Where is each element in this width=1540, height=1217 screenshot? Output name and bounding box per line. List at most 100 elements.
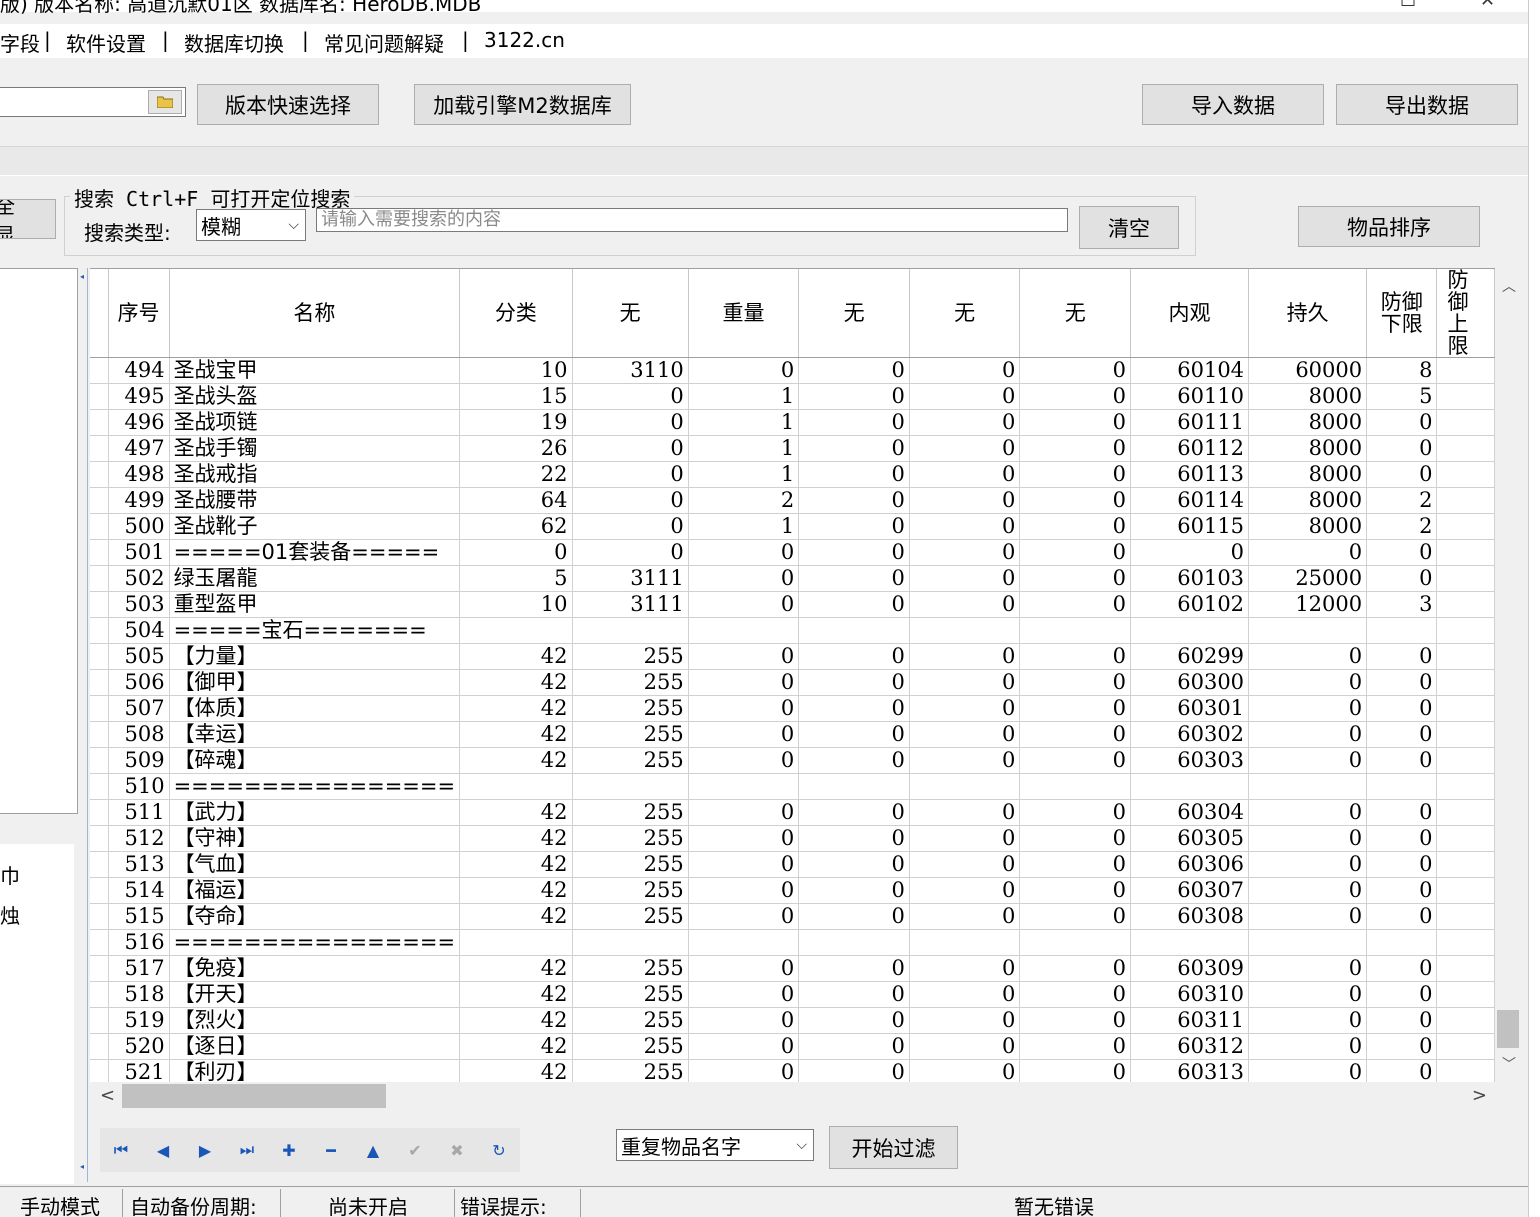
table-cell[interactable] [798, 617, 910, 644]
table-row[interactable]: 512 【守神】 42 255 0 0 0 0 60305 0 0 [90, 825, 1495, 852]
table-row[interactable]: 494 圣战宝甲 10 3110 0 0 0 0 60104 60000 8 [90, 357, 1495, 384]
row-indicator[interactable] [90, 513, 109, 540]
table-cell[interactable]: 255 [572, 825, 689, 852]
table-cell[interactable]: 0 [688, 955, 800, 982]
table-cell[interactable]: 【碎魂】 [169, 747, 461, 774]
table-cell[interactable]: 255 [572, 1059, 689, 1082]
table-cell[interactable]: 【利刃】 [169, 1059, 461, 1082]
list-item[interactable]: 巾 [0, 860, 20, 889]
table-cell[interactable]: 0 [688, 877, 800, 904]
table-cell[interactable] [1130, 617, 1250, 644]
table-cell[interactable]: 圣战手镯 [169, 435, 461, 462]
table-cell[interactable]: 0 [1366, 695, 1438, 722]
table-cell[interactable]: 255 [572, 955, 689, 982]
row-indicator[interactable] [90, 357, 109, 384]
table-cell[interactable]: 60307 [1130, 877, 1250, 904]
table-cell[interactable]: 0 [1248, 903, 1368, 930]
table-row[interactable]: 497 圣战手镯 26 0 1 0 0 0 60112 8000 0 [90, 435, 1495, 462]
search-type-select[interactable]: 模糊 ⌵ [196, 209, 306, 241]
column-header[interactable]: 序号 [108, 269, 170, 358]
table-cell[interactable] [1436, 799, 1495, 826]
table-cell[interactable]: 255 [572, 747, 689, 774]
table-cell[interactable]: 0 [798, 669, 910, 696]
table-cell[interactable]: 【烈火】 [169, 1007, 461, 1034]
scroll-right-icon[interactable]: > [1472, 1085, 1487, 1106]
table-cell[interactable]: 42 [459, 825, 573, 852]
table-cell[interactable] [798, 929, 910, 956]
table-cell[interactable]: 0 [909, 487, 1021, 514]
table-cell[interactable]: 【武力】 [169, 799, 461, 826]
table-row[interactable]: 515 【夺命】 42 255 0 0 0 0 60308 0 0 [90, 903, 1495, 930]
table-cell[interactable]: 60311 [1130, 1007, 1250, 1034]
menu-item-website[interactable]: 3122.cn [484, 28, 565, 52]
table-cell[interactable]: 8000 [1248, 487, 1368, 514]
table-cell[interactable]: 42 [459, 955, 573, 982]
post-icon[interactable]: ✔ [394, 1128, 436, 1172]
table-cell[interactable]: 42 [459, 799, 573, 826]
table-cell[interactable]: ================ [169, 929, 461, 956]
table-cell[interactable]: 0 [798, 695, 910, 722]
table-row[interactable]: 520 【逐日】 42 255 0 0 0 0 60312 0 0 [90, 1033, 1495, 1060]
table-cell[interactable]: 3 [1366, 591, 1438, 618]
table-cell[interactable]: 1 [688, 383, 800, 410]
table-cell[interactable]: 【夺命】 [169, 903, 461, 930]
table-cell[interactable]: 62 [459, 513, 573, 540]
table-cell[interactable]: 0 [688, 981, 800, 1008]
table-cell[interactable]: 499 [108, 487, 170, 514]
table-cell[interactable]: 0 [909, 1059, 1021, 1082]
table-cell[interactable]: 【开天】 [169, 981, 461, 1008]
table-cell[interactable]: 0 [572, 435, 689, 462]
search-input[interactable]: 请输入需要搜索的内容 [316, 208, 1068, 232]
left-tree-panel[interactable] [0, 268, 78, 814]
table-cell[interactable]: 0 [909, 383, 1021, 410]
table-cell[interactable]: 60302 [1130, 721, 1250, 748]
table-cell[interactable]: 0 [572, 461, 689, 488]
row-indicator[interactable] [90, 669, 109, 696]
table-cell[interactable]: 0 [688, 799, 800, 826]
row-indicator[interactable] [90, 929, 109, 956]
table-cell[interactable]: 503 [108, 591, 170, 618]
table-cell[interactable]: 60115 [1130, 513, 1250, 540]
menu-item-fields[interactable]: 字段 [0, 28, 40, 57]
table-cell[interactable]: 8000 [1248, 461, 1368, 488]
table-cell[interactable]: 512 [108, 825, 170, 852]
table-cell[interactable]: 0 [909, 955, 1021, 982]
table-cell[interactable] [1366, 929, 1438, 956]
menu-item-faq[interactable]: 常见问题解疑 [324, 28, 444, 57]
vertical-scrollbar[interactable]: ︿ ﹀ [1495, 268, 1523, 1082]
table-cell[interactable]: 25000 [1248, 565, 1368, 592]
table-cell[interactable] [1436, 669, 1495, 696]
table-cell[interactable] [1436, 1059, 1495, 1082]
table-cell[interactable]: 516 [108, 929, 170, 956]
row-indicator[interactable] [90, 539, 109, 566]
table-cell[interactable] [1436, 773, 1495, 800]
table-cell[interactable]: 60299 [1130, 643, 1250, 670]
maximize-icon[interactable]: ☐ [1400, 0, 1416, 11]
table-cell[interactable] [1436, 513, 1495, 540]
table-cell[interactable]: 60112 [1130, 435, 1250, 462]
table-cell[interactable]: 0 [1248, 981, 1368, 1008]
table-cell[interactable]: 60114 [1130, 487, 1250, 514]
table-cell[interactable]: 【福运】 [169, 877, 461, 904]
table-cell[interactable]: 42 [459, 1033, 573, 1060]
table-cell[interactable]: 514 [108, 877, 170, 904]
table-cell[interactable] [1436, 643, 1495, 670]
table-row[interactable]: 510 ================ [90, 773, 1495, 800]
table-row[interactable]: 517 【免疫】 42 255 0 0 0 0 60309 0 0 [90, 955, 1495, 982]
table-cell[interactable]: 0 [909, 877, 1021, 904]
table-cell[interactable]: 0 [909, 1033, 1021, 1060]
table-cell[interactable]: 0 [1366, 721, 1438, 748]
table-cell[interactable]: 0 [798, 539, 910, 566]
table-cell[interactable]: 1 [688, 435, 800, 462]
table-cell[interactable]: 0 [798, 1007, 910, 1034]
table-cell[interactable]: 0 [1019, 747, 1131, 774]
table-cell[interactable]: 0 [1248, 643, 1368, 670]
start-filter-button[interactable]: 开始过滤 [829, 1126, 958, 1169]
table-cell[interactable]: 0 [1248, 669, 1368, 696]
table-cell[interactable]: 508 [108, 721, 170, 748]
table-cell[interactable] [1436, 981, 1495, 1008]
table-row[interactable]: 500 圣战靴子 62 0 1 0 0 0 60115 8000 2 [90, 513, 1495, 540]
table-row[interactable]: 513 【气血】 42 255 0 0 0 0 60306 0 0 [90, 851, 1495, 878]
table-cell[interactable]: 0 [1366, 799, 1438, 826]
table-cell[interactable]: 0 [1019, 825, 1131, 852]
